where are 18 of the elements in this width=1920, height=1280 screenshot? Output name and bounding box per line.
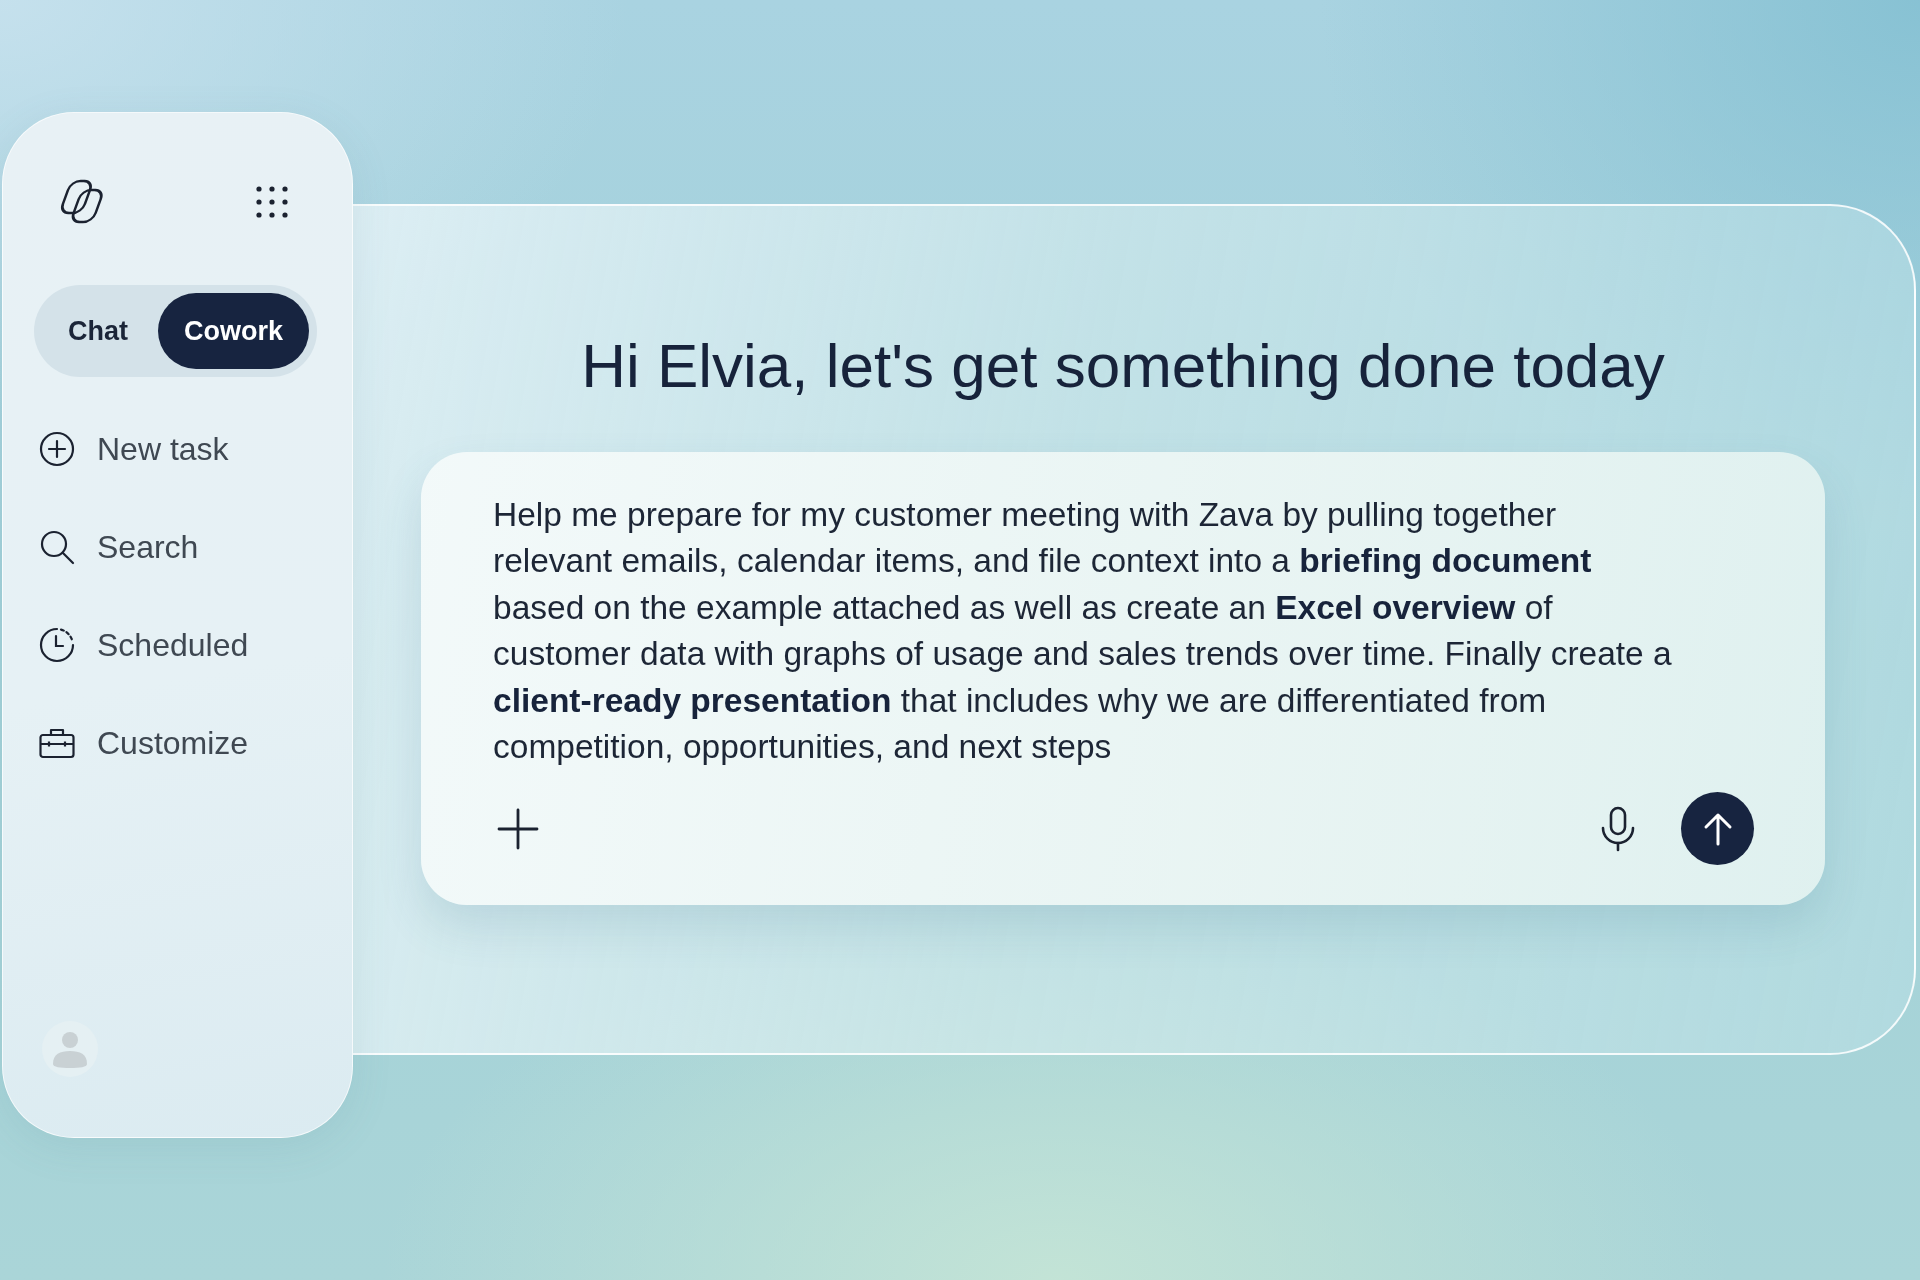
dots-grid-icon[interactable] xyxy=(256,186,288,218)
plus-icon xyxy=(497,807,539,850)
clock-icon xyxy=(39,627,75,663)
prompt-input[interactable]: Help me prepare for my customer meeting with Zava by pulling together relevant emails, calendar items, and file context into a briefing document based on the example attached as well as create an Excel overview of customer data with graphs of usage and sales trends over time. Finally create a client-ready presentation that includes why we are differentiated from competition, opportunities, and next steps xyxy=(493,492,1677,771)
plus-circle-icon xyxy=(39,431,75,467)
briefcase-icon xyxy=(39,727,75,759)
mode-tab[interactable]: Chat xyxy=(42,293,154,369)
sidebar-item[interactable]: New task xyxy=(34,417,229,481)
arrow-up-icon xyxy=(1702,811,1733,846)
search-icon xyxy=(39,529,75,565)
sidebar-item[interactable]: Scheduled xyxy=(34,613,249,677)
greeting-heading: Hi Elvia, let's get something done today xyxy=(580,330,1666,402)
mode-tab[interactable]: Cowork xyxy=(158,293,309,369)
sidebar-item[interactable]: Search xyxy=(34,515,199,579)
microphone-icon xyxy=(1600,805,1636,852)
sidebar-item[interactable]: Customize xyxy=(34,711,249,775)
add-button[interactable] xyxy=(497,807,539,850)
microphone-button[interactable] xyxy=(1600,805,1636,852)
